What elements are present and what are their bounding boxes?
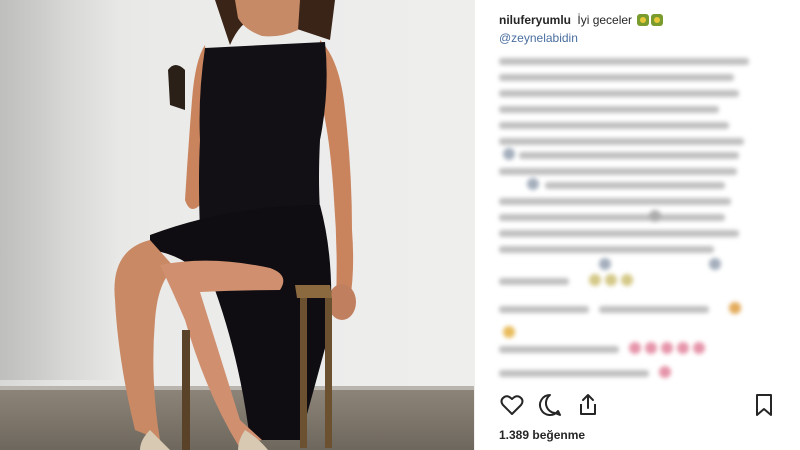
post-photo[interactable] <box>0 0 474 450</box>
mention-link[interactable]: @zeynelabidin <box>499 31 578 45</box>
likes-count[interactable]: 1.389 beğenme <box>499 428 585 442</box>
comment-icon[interactable] <box>537 392 563 418</box>
four-leaf-clover-emoji <box>651 14 664 26</box>
blurred-comments <box>499 54 789 384</box>
bookmark-icon[interactable] <box>751 392 777 418</box>
instagram-post: niluferyumlu İyi geceler @zeynelabidin 1… <box>0 0 800 450</box>
post-side-panel: niluferyumlu İyi geceler @zeynelabidin 1… <box>474 0 800 450</box>
action-bar <box>499 392 779 420</box>
username-link[interactable]: niluferyumlu <box>499 13 571 27</box>
caption-text: İyi geceler <box>577 13 633 27</box>
heart-icon[interactable] <box>499 392 525 418</box>
four-leaf-clover-emoji <box>637 14 650 26</box>
share-icon[interactable] <box>575 392 601 418</box>
caption-line: niluferyumlu İyi geceler <box>499 13 664 27</box>
seated-woman-figure <box>114 0 356 450</box>
